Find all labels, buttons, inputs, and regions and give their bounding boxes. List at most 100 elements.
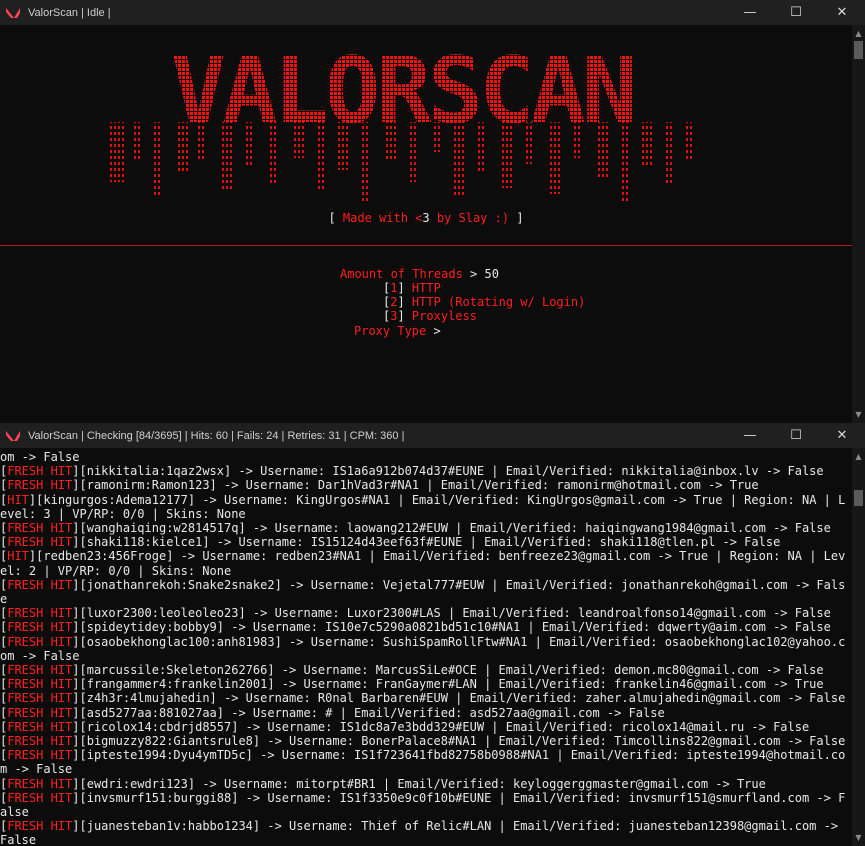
log-line: [FRESH HIT][wanghaiqing:w2814517q] -> Us… bbox=[0, 521, 851, 535]
log-text: [z4h3r:4lmujahedin] -> Username: R0nal B… bbox=[79, 691, 846, 706]
scroll-thumb[interactable] bbox=[854, 490, 863, 506]
log-text: [wanghaiqing:w2814517q] -> Username: lao… bbox=[79, 521, 831, 536]
log-line: [FRESH HIT][ricolox14:cbdrjd8557] -> Use… bbox=[0, 720, 851, 734]
log-line: [FRESH HIT][jonathanrekoh:Snake2snake2] … bbox=[0, 578, 851, 606]
hit-tag: FRESH HIT bbox=[7, 478, 73, 493]
hit-tag: FRESH HIT bbox=[7, 464, 73, 479]
valorant-logo-icon bbox=[6, 6, 22, 20]
maximize-icon[interactable]: ☐ bbox=[773, 0, 819, 25]
window-controls: — ☐ ✕ bbox=[727, 423, 865, 448]
option-3: [3] Proxyless bbox=[383, 309, 477, 323]
log-line: [FRESH HIT][juanesteban1v:habbo1234] -> … bbox=[0, 819, 851, 846]
banner-text: VALORSCAN bbox=[171, 48, 634, 144]
hit-tag: FRESH HIT bbox=[7, 620, 73, 635]
log-text: [bigmuzzy822:Giantsrule8] -> Username: B… bbox=[79, 734, 846, 749]
title-bar[interactable]: ValorScan | Checking [84/3695] | Hits: 6… bbox=[0, 423, 865, 448]
close-icon[interactable]: ✕ bbox=[819, 0, 865, 25]
bracket: ] bbox=[72, 705, 80, 720]
console-window-checking: ValorScan | Checking [84/3695] | Hits: 6… bbox=[0, 423, 865, 846]
log-text: [invsmurf151:burggi88] -> Username: IS1f… bbox=[0, 790, 846, 820]
log-line: [FRESH HIT][ipteste1994:Dyu4ymTD5c] -> U… bbox=[0, 748, 851, 776]
hit-tag: HIT bbox=[7, 549, 29, 564]
hit-tag: FRESH HIT bbox=[7, 577, 73, 592]
valorant-logo-icon bbox=[6, 429, 22, 443]
log-text: [ewdri:ewdri123] -> Username: mitorpt#BR… bbox=[79, 776, 766, 791]
bracket: ] bbox=[72, 776, 80, 791]
hit-tag: FRESH HIT bbox=[7, 819, 73, 834]
log-line: [FRESH HIT][z4h3r:4lmujahedin] -> Userna… bbox=[0, 691, 851, 705]
scroll-thumb[interactable] bbox=[854, 41, 863, 59]
log-line: [FRESH HIT][asd5277aa:881027aa] -> Usern… bbox=[0, 706, 851, 720]
log-text: [osaobekhonglac100:anh81983] -> Username… bbox=[0, 634, 846, 663]
console-window-idle: ValorScan | Idle | — ☐ ✕ VALORSCAN [Mad… bbox=[0, 0, 865, 423]
proxy-type-prompt[interactable]: Proxy Type > bbox=[354, 324, 441, 338]
log-line: [FRESH HIT][bigmuzzy822:Giantsrule8] -> … bbox=[0, 734, 851, 748]
log-text: [kingurgos:Adema12177] -> Username: King… bbox=[0, 492, 846, 521]
log-text: [asd5277aa:881027aa] -> Username: # | Em… bbox=[79, 705, 665, 720]
option-1: [1] HTTP bbox=[383, 281, 441, 295]
scroll-up-icon[interactable]: ▲ bbox=[852, 27, 865, 40]
log-text: [jonathanrekoh:Snake2snake2] -> Username… bbox=[0, 577, 846, 607]
log-line: [FRESH HIT][luxor2300:leoleoleo23] -> Us… bbox=[0, 606, 851, 620]
close-icon[interactable]: ✕ bbox=[819, 423, 865, 448]
bracket: ] bbox=[72, 677, 80, 692]
hit-tag: FRESH HIT bbox=[7, 606, 73, 621]
maximize-icon[interactable]: ☐ bbox=[773, 423, 819, 448]
minimize-icon[interactable]: — bbox=[727, 423, 773, 448]
minimize-icon[interactable]: — bbox=[727, 0, 773, 25]
bracket: ] bbox=[72, 819, 80, 834]
option-2: [2] HTTP (Rotating w/ Login) bbox=[383, 295, 586, 309]
log-text: [ipteste1994:Dyu4ymTD5c] -> Username: IS… bbox=[0, 748, 846, 777]
scroll-up-icon[interactable]: ▲ bbox=[852, 450, 865, 463]
log-line: [FRESH HIT][ramonirm:Ramon123] -> Userna… bbox=[0, 478, 851, 492]
title-bar[interactable]: ValorScan | Idle | — ☐ ✕ bbox=[0, 0, 865, 25]
scroll-down-icon[interactable]: ▼ bbox=[852, 831, 865, 844]
log-line: [HIT][kingurgos:Adema12177] -> Username:… bbox=[0, 493, 851, 521]
bracket: ] bbox=[72, 719, 80, 734]
hit-tag: HIT bbox=[7, 492, 29, 507]
hit-tag: FRESH HIT bbox=[7, 535, 73, 550]
bracket: ] bbox=[72, 790, 80, 805]
log-text: [juanesteban1v:habbo1234] -> Username: T… bbox=[0, 819, 846, 846]
scrollbar[interactable]: ▲ ▼ bbox=[852, 448, 865, 846]
hit-tag: FRESH HIT bbox=[7, 790, 73, 805]
log-line: [FRESH HIT][invsmurf151:burggi88] -> Use… bbox=[0, 791, 851, 819]
divider bbox=[0, 245, 852, 246]
hit-tag: FRESH HIT bbox=[7, 634, 73, 649]
log-text: [nikkitalia:1qaz2wsx] -> Username: IS1a6… bbox=[79, 464, 824, 479]
hit-tag: FRESH HIT bbox=[7, 734, 73, 749]
log-line: [FRESH HIT][ewdri:ewdri123] -> Username:… bbox=[0, 777, 851, 791]
hit-tag: FRESH HIT bbox=[7, 776, 73, 791]
threads-prompt: Amount of Threads > 50 bbox=[340, 267, 499, 281]
scroll-down-icon[interactable]: ▼ bbox=[852, 408, 865, 421]
log-text: [frangammer4:frankelin2001] -> Username:… bbox=[79, 677, 824, 692]
window-title: ValorScan | Idle | bbox=[28, 6, 111, 19]
bracket: ] bbox=[72, 663, 80, 678]
log-line: [FRESH HIT][spideytidey:bobby9] -> Usern… bbox=[0, 620, 851, 634]
hit-tag: FRESH HIT bbox=[7, 691, 73, 706]
log-text: [redben23:456Froge] -> Username: redben2… bbox=[0, 549, 846, 578]
hit-tag: FRESH HIT bbox=[7, 663, 73, 678]
bracket: ] bbox=[72, 535, 80, 550]
log-text: [spideytidey:bobby9] -> Username: IS10e7… bbox=[79, 620, 831, 635]
log-line: [FRESH HIT][nikkitalia:1qaz2wsx] -> User… bbox=[0, 464, 851, 478]
bracket: ] bbox=[72, 577, 80, 592]
bracket: ] bbox=[72, 478, 80, 493]
bracket: ] bbox=[72, 734, 80, 749]
log-text: [ricolox14:cbdrjd8557] -> Username: IS1d… bbox=[79, 719, 810, 734]
bracket: ] bbox=[72, 606, 80, 621]
log-text: [marcussile:Skeleton262766] -> Username:… bbox=[79, 663, 824, 678]
scrollbar[interactable]: ▲ ▼ bbox=[852, 25, 865, 423]
credit-line: [ Made with <3 by Slay :) ] bbox=[328, 211, 524, 225]
window-title: ValorScan | Checking [84/3695] | Hits: 6… bbox=[28, 429, 405, 442]
bracket: ] bbox=[72, 634, 80, 649]
log-line: [FRESH HIT][osaobekhonglac100:anh81983] … bbox=[0, 635, 851, 663]
hit-tag: FRESH HIT bbox=[7, 521, 73, 536]
bracket: ] bbox=[72, 748, 80, 763]
hit-tag: FRESH HIT bbox=[7, 719, 73, 734]
log-line: [FRESH HIT][marcussile:Skeleton262766] -… bbox=[0, 663, 851, 677]
log-line: [FRESH HIT][shaki118:kielce1] -> Usernam… bbox=[0, 535, 851, 549]
bracket: ] bbox=[72, 464, 80, 479]
bracket: ] bbox=[72, 691, 80, 706]
hit-tag: FRESH HIT bbox=[7, 748, 73, 763]
